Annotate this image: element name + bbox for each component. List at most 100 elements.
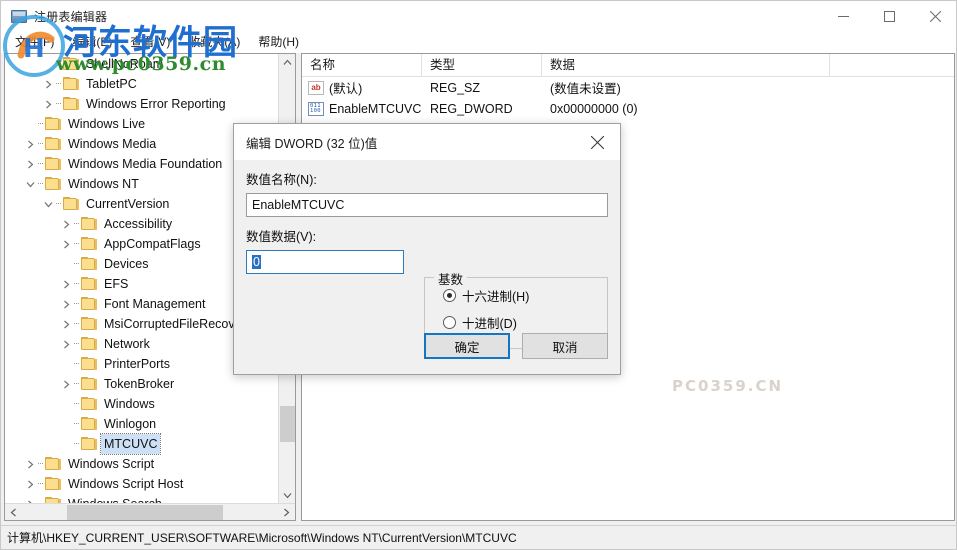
tree-horizontal-scrollbar[interactable]	[5, 503, 295, 520]
folder-icon	[80, 237, 97, 251]
value-name-input[interactable]: EnableMTCUVC	[246, 193, 608, 217]
menu-edit[interactable]: 编辑(E)	[63, 31, 121, 53]
tree-guide-dots	[73, 314, 80, 334]
folder-icon	[62, 197, 79, 211]
chevron-right-icon[interactable]	[41, 74, 55, 94]
chevron-down-icon[interactable]	[41, 194, 55, 214]
menu-file[interactable]: 文件(F)	[6, 31, 63, 53]
tree-item[interactable]: MTCUVC	[5, 433, 279, 455]
radio-decimal-icon	[443, 316, 456, 329]
tree-item[interactable]: TokenBroker	[5, 374, 279, 394]
tree-item-label: EFS	[104, 277, 129, 291]
tree-no-expander	[41, 54, 55, 74]
string-value-icon: ab	[308, 80, 324, 95]
dword-value-icon: 011 100	[308, 101, 324, 116]
menu-view[interactable]: 查看(V)	[121, 31, 179, 53]
tree-item[interactable]: TabletPC	[5, 74, 279, 94]
cancel-button[interactable]: 取消	[522, 333, 608, 359]
dialog-title: 编辑 DWORD (32 位)值	[246, 136, 378, 151]
tree-guide-dots	[73, 234, 80, 254]
tree-guide-dots	[73, 414, 80, 434]
chevron-right-icon[interactable]	[59, 334, 73, 354]
folder-icon	[80, 337, 97, 351]
tree-no-expander	[23, 114, 37, 134]
tree-guide-dots	[37, 154, 44, 174]
column-header-name[interactable]: 名称	[302, 54, 422, 77]
chevron-right-icon[interactable]	[23, 454, 37, 474]
dialog-title-bar: 编辑 DWORD (32 位)值	[234, 124, 620, 160]
ok-button[interactable]: 确定	[424, 333, 510, 359]
cell-name: 011 100 EnableMTCUVC	[302, 101, 422, 116]
radio-decimal[interactable]: 十进制(D)	[443, 313, 607, 332]
folder-icon	[80, 397, 97, 411]
chevron-right-icon[interactable]	[59, 214, 73, 234]
table-row[interactable]: 011 100 EnableMTCUVC REG_DWORD 0x00000000 (0…	[302, 98, 954, 119]
chevron-right-icon[interactable]	[41, 94, 55, 114]
radio-decimal-label: 十进制(D)	[462, 317, 517, 331]
chevron-down-icon[interactable]	[23, 174, 37, 194]
tree-guide-dots	[73, 214, 80, 234]
chevron-right-icon[interactable]	[59, 294, 73, 314]
chevron-right-icon[interactable]	[59, 374, 73, 394]
tree-no-expander	[59, 354, 73, 374]
cell-name-text: (默认)	[329, 82, 363, 96]
chevron-right-icon[interactable]	[59, 274, 73, 294]
scroll-right-icon[interactable]	[278, 504, 295, 520]
menu-bar: 文件(F) 编辑(E) 查看(V) 收藏夹(A) 帮助(H)	[1, 31, 956, 53]
registry-editor-icon	[11, 8, 27, 24]
scroll-down-icon[interactable]	[279, 487, 295, 504]
value-data-input[interactable]: 0	[246, 250, 404, 274]
tree-item[interactable]: ShellNoRoam	[5, 54, 279, 74]
tree-item[interactable]: Winlogon	[5, 414, 279, 434]
tree-item-label: PrinterPorts	[104, 357, 170, 371]
menu-favorites[interactable]: 收藏夹(A)	[179, 31, 249, 53]
tree-item[interactable]: Windows Script	[5, 454, 279, 474]
chevron-right-icon[interactable]	[59, 314, 73, 334]
edit-dword-dialog: 编辑 DWORD (32 位)值 数值名称(N): EnableMTCUVC 数…	[233, 123, 781, 395]
column-header-type[interactable]: 类型	[422, 54, 542, 77]
close-button[interactable]	[912, 1, 956, 31]
scroll-up-icon[interactable]	[279, 54, 295, 71]
tree-item-label: Winlogon	[104, 417, 157, 431]
chevron-right-icon[interactable]	[23, 154, 37, 174]
tree-item-label: Windows Live	[68, 117, 146, 131]
chevron-right-icon[interactable]	[23, 474, 37, 494]
menu-help[interactable]: 帮助(H)	[249, 31, 308, 53]
tree-item-label: TabletPC	[86, 77, 137, 91]
dialog-close-button[interactable]	[575, 124, 620, 160]
tree-guide-dots	[73, 394, 80, 414]
tree-no-expander	[59, 434, 73, 454]
cell-data: 0x00000000 (0)	[550, 101, 638, 116]
tree-guide-dots	[55, 194, 62, 214]
maximize-button[interactable]	[866, 1, 912, 31]
folder-icon	[44, 137, 61, 151]
radio-hexadecimal[interactable]: 十六进制(H)	[443, 286, 607, 305]
tree-item[interactable]: Windows Script Host	[5, 474, 279, 494]
tree-item-label: Windows Media Foundation	[68, 157, 223, 171]
minimize-button[interactable]	[820, 1, 866, 31]
chevron-right-icon[interactable]	[59, 234, 73, 254]
table-row[interactable]: ab (默认) REG_SZ (数值未设置)	[302, 77, 954, 98]
value-data-text: 0	[252, 255, 261, 269]
tree-item[interactable]: Windows Error Reporting	[5, 94, 279, 114]
tree-no-expander	[59, 254, 73, 274]
tree-item[interactable]: Windows	[5, 394, 279, 414]
chevron-right-icon[interactable]	[23, 134, 37, 154]
tree-hscroll-thumb[interactable]	[67, 505, 223, 520]
folder-icon	[44, 177, 61, 191]
tree-item-label: MTCUVC	[99, 433, 162, 455]
tree-no-expander	[59, 394, 73, 414]
scroll-left-icon[interactable]	[5, 504, 22, 521]
folder-icon	[44, 157, 61, 171]
column-header-data[interactable]: 数据	[542, 54, 830, 77]
tree-scroll-thumb[interactable]	[280, 406, 295, 442]
cell-data: (数值未设置)	[550, 82, 621, 96]
tree-guide-dots	[55, 54, 62, 74]
